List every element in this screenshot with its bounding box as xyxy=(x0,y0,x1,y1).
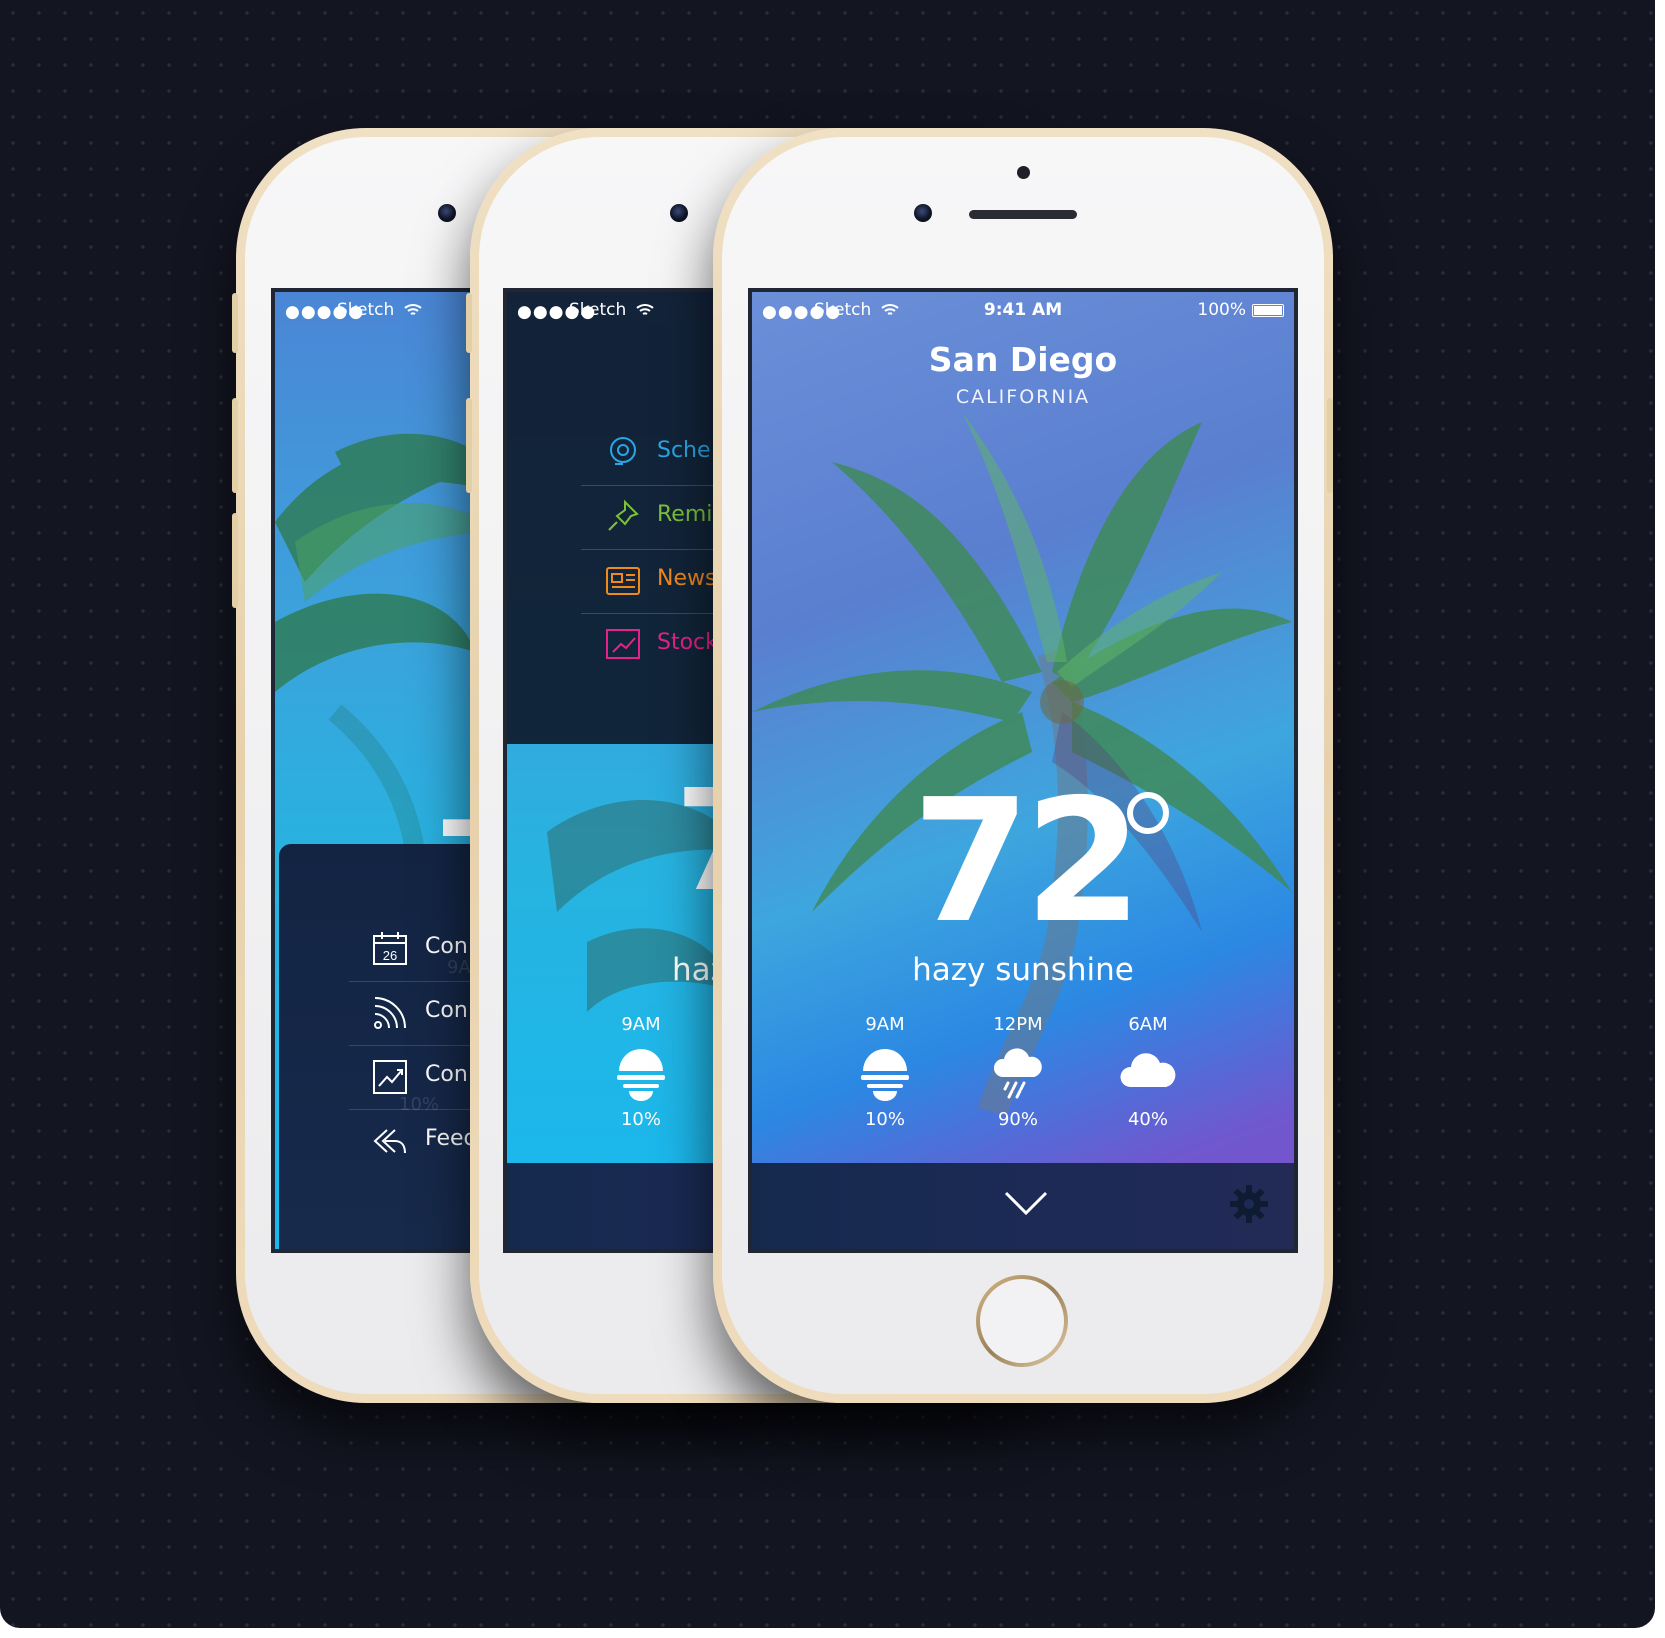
temperature: 72 xyxy=(912,763,1143,961)
degree-icon xyxy=(1127,792,1169,834)
newspaper-icon xyxy=(606,567,640,595)
forecast-item: 12PM 90% xyxy=(973,1014,1063,1130)
gear-icon[interactable] xyxy=(1228,1183,1270,1225)
condition-text: hazy sunshine xyxy=(912,952,1134,988)
rss-icon xyxy=(374,997,406,1029)
forecast-item: 6AM 40% xyxy=(1103,1014,1193,1130)
cloud-icon xyxy=(1120,1053,1176,1087)
wifi-icon xyxy=(636,304,654,315)
forecast-item: 9AM 10% xyxy=(596,1014,686,1130)
wifi-icon xyxy=(404,304,422,315)
svg-text:26: 26 xyxy=(383,948,397,963)
front-camera-icon xyxy=(670,204,688,222)
home-button[interactable] xyxy=(976,1275,1068,1367)
sunrise-icon xyxy=(861,1049,909,1101)
status-bar: ●●●●● Sketch 9:41 AM 100% xyxy=(752,292,1294,330)
rain-cloud-icon xyxy=(993,1048,1042,1099)
carrier-label: Sketch xyxy=(569,300,627,320)
reply-all-icon xyxy=(373,1129,406,1154)
sunrise-icon xyxy=(617,1049,665,1101)
city-name: San Diego xyxy=(928,340,1118,379)
front-camera-icon xyxy=(438,204,456,222)
carrier-label: Sketch xyxy=(337,300,395,320)
forecast-item: 9AM 10% xyxy=(840,1014,930,1130)
stock-chart-icon xyxy=(606,629,640,659)
pin-icon xyxy=(608,499,639,531)
proximity-sensor xyxy=(1017,166,1030,179)
phone-right-screen: ●●●●● Sketch 9:41 AM 100% San Diego CALI… xyxy=(748,288,1298,1253)
mockup-stage: ●●●●● Sketch 7 9AM 10% 26 Con Con Con xyxy=(0,0,1665,1638)
region-name: CALIFORNIA xyxy=(955,386,1091,408)
battery-percent: 100% xyxy=(1197,300,1246,320)
bell-icon xyxy=(610,437,636,465)
battery-icon xyxy=(1252,304,1284,317)
calendar-icon: 26 xyxy=(373,932,407,965)
front-camera-icon xyxy=(914,204,932,222)
chevron-down-icon[interactable] xyxy=(1003,1189,1049,1217)
chart-icon xyxy=(373,1060,407,1094)
bottom-bar xyxy=(752,1163,1294,1249)
earpiece-speaker xyxy=(969,210,1077,219)
phone-right: ●●●●● Sketch 9:41 AM 100% San Diego CALI… xyxy=(713,128,1665,1403)
